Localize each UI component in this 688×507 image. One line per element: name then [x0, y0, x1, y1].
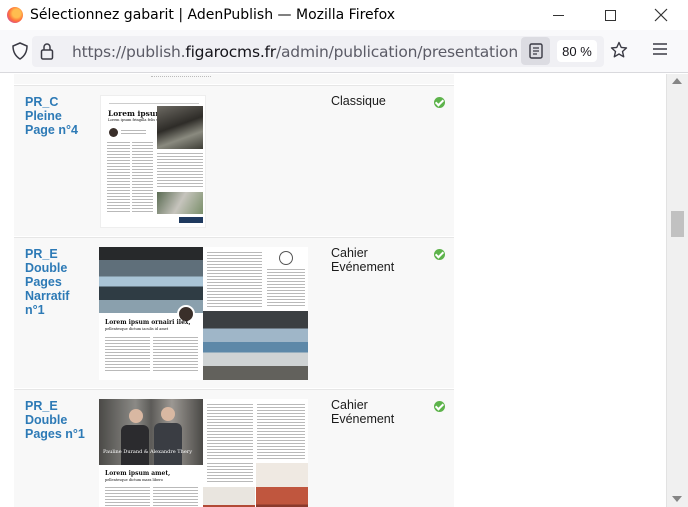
zoom-level-button[interactable]: 80 % — [557, 40, 597, 62]
template-family: Cahier Evénement — [331, 398, 395, 426]
thumb-subtitle: pellentesque dictum iaculis id amet — [105, 327, 169, 331]
scrollbar-thumb[interactable] — [671, 211, 684, 237]
thumb-title: Lorem ipsum amet, — [105, 470, 171, 477]
page-content: PR_C Pleine Page n°4 Lorem ipsum Lorem i… — [0, 74, 666, 507]
template-thumbnail[interactable]: Lorem ipsum Lorem ipsum fringilla felis … — [100, 95, 206, 228]
close-button[interactable] — [636, 0, 686, 30]
thumb-photo — [157, 106, 203, 149]
url-text[interactable]: https://publish.figarocms.fr/admin/publi… — [72, 43, 519, 61]
check-circle-icon — [434, 401, 445, 412]
close-icon — [654, 8, 668, 22]
scroll-down-arrow-icon[interactable] — [672, 496, 682, 502]
maximize-button[interactable] — [585, 0, 635, 30]
reader-view-button[interactable] — [521, 37, 550, 65]
thumb-subtitle: pellentesque dictum mara libero — [105, 478, 163, 482]
template-thumbnail[interactable]: Lorem ipsum ornairi ilex, pellentesque d… — [99, 247, 308, 380]
thumb-photo — [99, 247, 203, 313]
thumb-photo — [203, 311, 308, 380]
minimize-icon — [552, 14, 564, 16]
hamburger-menu-icon[interactable] — [652, 42, 668, 56]
template-code[interactable]: PR_E Double Pages Narratif n°1 — [25, 247, 91, 317]
template-thumbnail[interactable]: Pauline Durand & Alexandre Thery Lorem i… — [99, 399, 308, 507]
thumb-title: Lorem ipsum — [108, 109, 164, 118]
check-circle-icon — [434, 249, 445, 260]
template-row[interactable]: PR_C Pleine Page n°4 Lorem ipsum Lorem i… — [14, 85, 454, 236]
maximize-icon — [604, 9, 616, 21]
thumb-photo — [203, 487, 255, 507]
thumb-subtitle: Lorem ipsum fringilla felis sed — [108, 118, 163, 122]
thumb-photo — [157, 192, 203, 214]
shield-icon[interactable] — [12, 42, 28, 60]
thumb-photo — [99, 399, 203, 465]
thumb-logo — [279, 251, 293, 265]
template-family: Cahier Evénement — [331, 246, 395, 274]
previous-row-edge — [14, 74, 454, 84]
url-path: /admin/publication/presentationpublicati — [275, 43, 519, 61]
template-code[interactable]: PR_E Double Pages n°1 — [25, 399, 91, 441]
thumb-title: Lorem ipsum ornairi ilex, — [105, 319, 191, 326]
bookmark-star-icon[interactable] — [610, 41, 628, 59]
minimize-button[interactable] — [533, 0, 583, 30]
thumb-avatar — [109, 128, 118, 137]
template-family: Classique — [331, 94, 386, 108]
lock-icon[interactable] — [40, 42, 54, 60]
thumb-photo — [256, 463, 308, 507]
url-prefix: https://publish. — [72, 43, 186, 61]
reader-view-icon — [528, 43, 543, 59]
check-circle-icon — [434, 97, 445, 108]
template-row[interactable]: PR_E Double Pages Narratif n°1 Lorem ips… — [14, 237, 454, 388]
vertical-scrollbar[interactable] — [666, 74, 688, 507]
window-title: Sélectionnez gabarit | AdenPublish — Moz… — [30, 7, 396, 23]
firefox-logo-icon — [7, 7, 23, 23]
template-row[interactable]: PR_E Double Pages n°1 Pauline Durand & A… — [14, 389, 454, 507]
url-domain: figarocms.fr — [185, 43, 276, 61]
scroll-up-arrow-icon[interactable] — [672, 78, 682, 84]
thumb-caption: Pauline Durand & Alexandre Thery — [103, 449, 193, 455]
template-code[interactable]: PR_C Pleine Page n°4 — [25, 95, 91, 137]
